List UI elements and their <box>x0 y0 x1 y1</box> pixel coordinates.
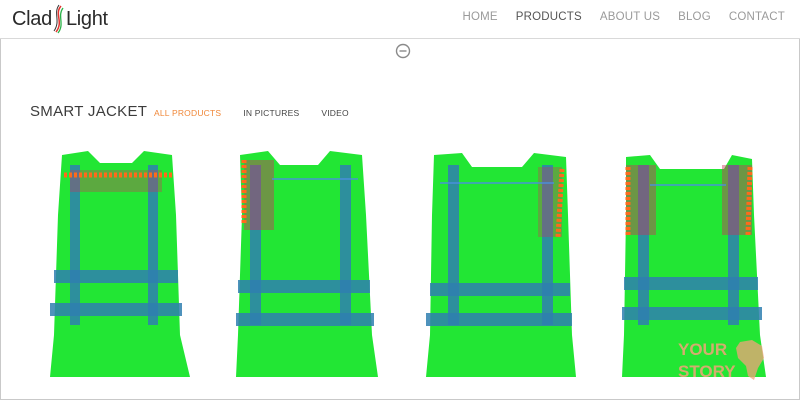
nav-contact[interactable]: CONTACT <box>720 11 794 23</box>
logo-swoosh-icon <box>53 4 64 34</box>
watermark-line1: YOUR <box>678 340 727 359</box>
filter-all-products[interactable]: ALL PRODUCTS <box>154 108 221 118</box>
nav-about-us[interactable]: ABOUT US <box>591 11 669 23</box>
vest-front-collar-leds-image[interactable] <box>40 145 190 385</box>
filter-video[interactable]: VIDEO <box>321 108 348 118</box>
section-title: SMART JACKET <box>30 103 148 120</box>
nav-products[interactable]: PRODUCTS <box>507 11 591 23</box>
nav-blog[interactable]: BLOG <box>669 11 720 23</box>
top-header: Clad Light HOME PRODUCTS ABOUT US BLOG C… <box>0 0 800 39</box>
scroll-down-icon[interactable] <box>395 43 411 59</box>
gallery-filters: ALL PRODUCTS IN PICTURES VIDEO <box>154 108 349 118</box>
nav-home[interactable]: HOME <box>453 11 506 23</box>
logo-text-left: Clad <box>12 7 52 30</box>
yourstory-watermark: YOUR STORY <box>678 340 764 381</box>
logo[interactable]: Clad Light <box>12 3 108 35</box>
vest-left-shoulder-leds-image[interactable] <box>228 145 378 385</box>
main-nav: HOME PRODUCTS ABOUT US BLOG CONTACT <box>453 11 794 23</box>
vest-right-shoulder-leds-image[interactable] <box>426 145 576 385</box>
filter-in-pictures[interactable]: IN PICTURES <box>243 108 299 118</box>
watermark-line2: STORY <box>678 362 736 381</box>
logo-text-right: Light <box>65 7 108 30</box>
africa-map-icon <box>736 340 764 380</box>
product-gallery <box>40 145 780 395</box>
